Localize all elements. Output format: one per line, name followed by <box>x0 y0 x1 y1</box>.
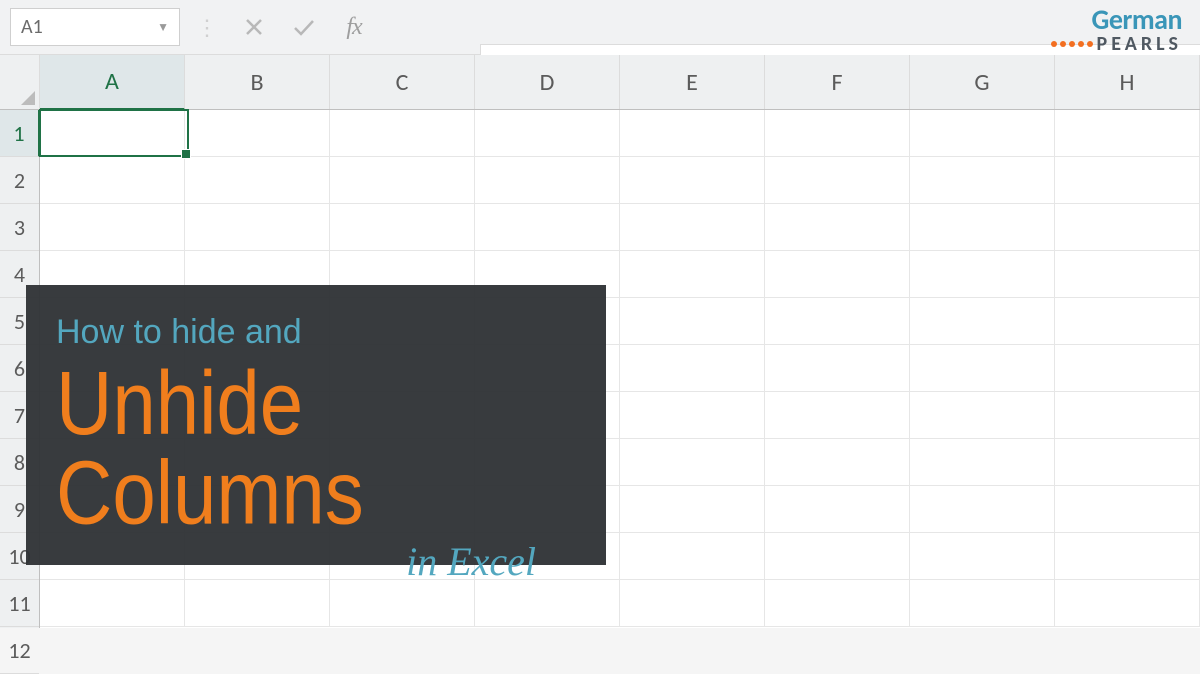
logo-line1: German <box>1051 6 1182 34</box>
cell[interactable] <box>910 439 1055 486</box>
cell[interactable] <box>330 204 475 251</box>
cell[interactable] <box>765 392 910 439</box>
cell[interactable] <box>910 110 1055 157</box>
divider: ⋮ <box>190 14 224 41</box>
overlay-line3: in Excel <box>56 538 576 585</box>
cell[interactable] <box>620 251 765 298</box>
name-box[interactable]: A1 ▼ <box>10 8 180 46</box>
cell[interactable] <box>40 110 185 157</box>
cell[interactable] <box>40 157 185 204</box>
row-header-2[interactable]: 2 <box>0 157 39 204</box>
cell[interactable] <box>620 345 765 392</box>
cell[interactable] <box>620 298 765 345</box>
cell[interactable] <box>475 204 620 251</box>
cell[interactable] <box>185 110 330 157</box>
insert-function-button[interactable]: fx <box>334 8 374 46</box>
cell[interactable] <box>1055 580 1200 627</box>
cell[interactable] <box>910 580 1055 627</box>
cancel-icon[interactable] <box>234 8 274 46</box>
cell[interactable] <box>330 580 475 627</box>
cell[interactable] <box>185 157 330 204</box>
cell[interactable] <box>620 439 765 486</box>
logo-dots-icon <box>1051 41 1093 47</box>
cell[interactable] <box>185 204 330 251</box>
cell[interactable] <box>185 580 330 627</box>
logo-line2: PEARLS <box>1097 34 1182 54</box>
overlay-line1: How to hide and <box>56 313 576 352</box>
cell[interactable] <box>910 251 1055 298</box>
column-header-b[interactable]: B <box>185 55 330 109</box>
brand-logo: German PEARLS <box>1051 6 1182 54</box>
row-header-3[interactable]: 3 <box>0 204 39 251</box>
cell[interactable] <box>765 439 910 486</box>
select-all-corner[interactable] <box>0 55 40 110</box>
title-overlay: How to hide and Unhide Columns in Excel <box>26 285 606 565</box>
cell[interactable] <box>765 580 910 627</box>
cell[interactable] <box>765 345 910 392</box>
cell[interactable] <box>1055 486 1200 533</box>
enter-icon[interactable] <box>284 8 324 46</box>
cell[interactable] <box>765 298 910 345</box>
cell[interactable] <box>40 580 185 627</box>
cell[interactable] <box>765 157 910 204</box>
cell[interactable] <box>765 204 910 251</box>
fx-icon: fx <box>346 14 361 41</box>
formula-bar: A1 ▼ ⋮ fx German PEARLS <box>0 0 1200 55</box>
cell[interactable] <box>620 533 765 580</box>
cell[interactable] <box>1055 204 1200 251</box>
cell[interactable] <box>620 486 765 533</box>
cell[interactable] <box>910 204 1055 251</box>
row-header-12[interactable]: 12 <box>0 627 39 674</box>
cell[interactable] <box>620 392 765 439</box>
column-header-d[interactable]: D <box>475 55 620 109</box>
column-header-c[interactable]: C <box>330 55 475 109</box>
column-header-g[interactable]: G <box>910 55 1055 109</box>
cell[interactable] <box>620 580 765 627</box>
cell[interactable] <box>330 110 475 157</box>
cell[interactable] <box>1055 157 1200 204</box>
column-header-e[interactable]: E <box>620 55 765 109</box>
cell[interactable] <box>330 157 475 204</box>
cell[interactable] <box>475 157 620 204</box>
column-header-h[interactable]: H <box>1055 55 1200 109</box>
cell[interactable] <box>910 533 1055 580</box>
cell[interactable] <box>910 392 1055 439</box>
cell[interactable] <box>910 298 1055 345</box>
cell[interactable] <box>475 110 620 157</box>
cell[interactable] <box>765 533 910 580</box>
cell[interactable] <box>1055 392 1200 439</box>
cell[interactable] <box>910 345 1055 392</box>
cell[interactable] <box>1055 533 1200 580</box>
cell[interactable] <box>1055 110 1200 157</box>
cell[interactable] <box>620 204 765 251</box>
cell[interactable] <box>1055 298 1200 345</box>
column-header-a[interactable]: A <box>40 55 185 110</box>
cell[interactable] <box>620 110 765 157</box>
name-box-dropdown-icon[interactable]: ▼ <box>157 20 169 35</box>
row-header-11[interactable]: 11 <box>0 580 39 627</box>
cell[interactable] <box>620 157 765 204</box>
column-header-f[interactable]: F <box>765 55 910 109</box>
column-headers: A B C D E F G H <box>40 55 1200 110</box>
cell[interactable] <box>1055 345 1200 392</box>
cell-reference: A1 <box>21 15 43 39</box>
cell[interactable] <box>1055 251 1200 298</box>
cell[interactable] <box>765 110 910 157</box>
cell[interactable] <box>910 157 1055 204</box>
overlay-line2: Unhide Columns <box>56 358 576 537</box>
cell[interactable] <box>1055 439 1200 486</box>
cell[interactable] <box>40 204 185 251</box>
cell[interactable] <box>765 486 910 533</box>
row-header-1[interactable]: 1 <box>0 110 40 157</box>
cell[interactable] <box>910 486 1055 533</box>
cell[interactable] <box>475 580 620 627</box>
cell[interactable] <box>765 251 910 298</box>
